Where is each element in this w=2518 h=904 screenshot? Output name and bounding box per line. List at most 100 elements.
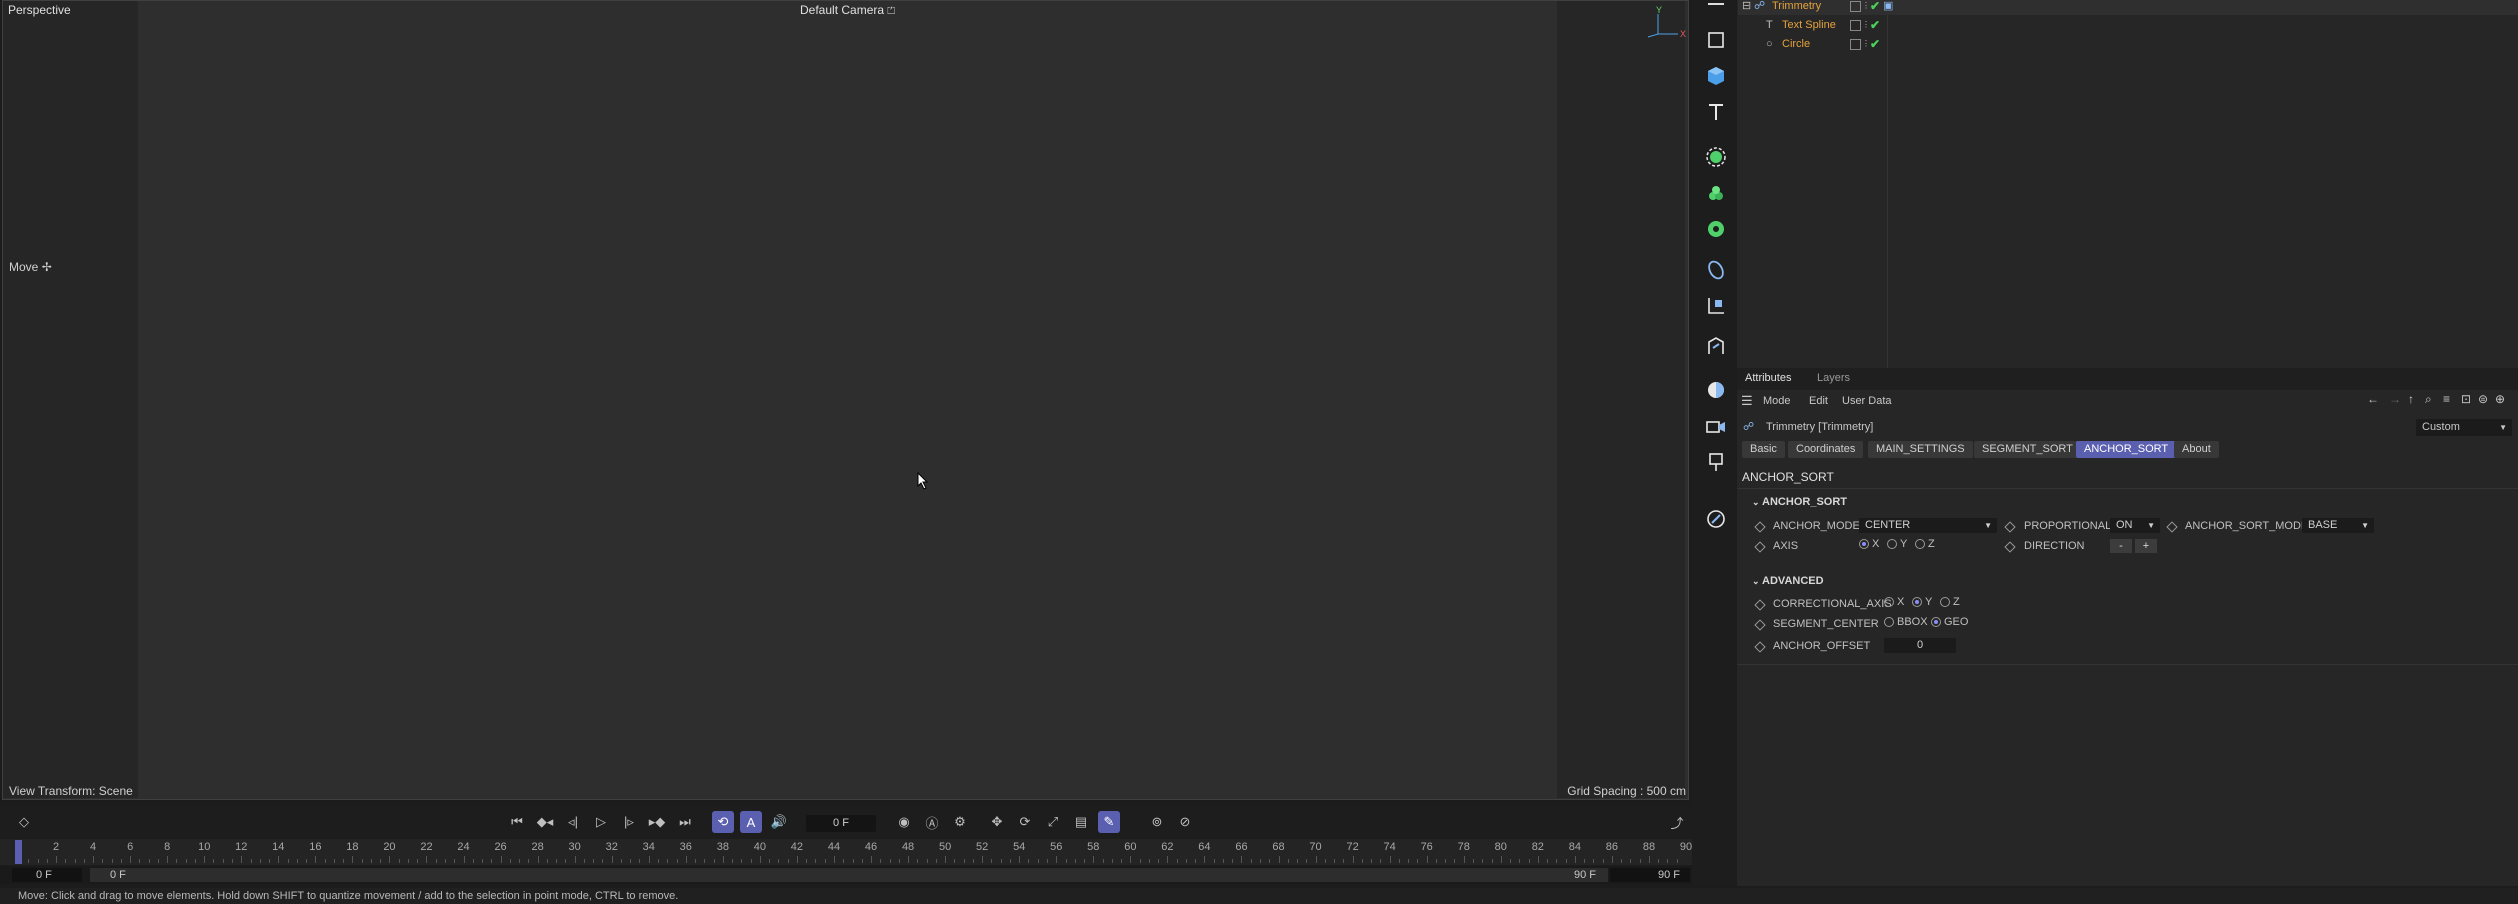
- key-param-button[interactable]: ▤: [1070, 811, 1092, 833]
- cube-outline-icon[interactable]: [1702, 26, 1730, 54]
- up-arrow-icon[interactable]: ↑: [2408, 392, 2414, 406]
- key-pla-button[interactable]: ✎: [1098, 811, 1120, 833]
- next-frame-button[interactable]: |▹: [618, 811, 640, 833]
- camera-label[interactable]: Default Camera ⏍: [800, 3, 895, 17]
- correctional-axis-radio-x[interactable]: [1884, 597, 1894, 607]
- enabled-check-icon[interactable]: ✔: [1870, 0, 1880, 15]
- object-row-trimmetry[interactable]: ⊟ ☍ Trimmetry ⋮ ✔ ▣: [1738, 0, 2518, 15]
- visibility-dots-icon[interactable]: ⋮: [1862, 35, 1870, 53]
- range-end-field[interactable]: 90 F: [1610, 868, 1690, 882]
- playhead[interactable]: [15, 840, 22, 864]
- object-row-circle[interactable]: ○ Circle ⋮ ✔: [1738, 35, 2518, 53]
- search-icon[interactable]: ⌕: [2425, 392, 2432, 407]
- tab-coordinates[interactable]: Coordinates: [1788, 441, 1864, 458]
- camera-object-icon[interactable]: [1702, 412, 1730, 440]
- tab-layers[interactable]: Layers: [1817, 372, 1850, 384]
- tab-about[interactable]: About: [2174, 441, 2219, 458]
- layer-flag-icon[interactable]: [1850, 39, 1861, 50]
- layer-flag-icon[interactable]: [1850, 20, 1861, 31]
- options-icon[interactable]: ⊜: [2478, 392, 2488, 406]
- cube-icon[interactable]: [1702, 62, 1730, 90]
- motion-record-button[interactable]: ⊚: [1146, 811, 1168, 833]
- direction-minus-button[interactable]: -: [2110, 539, 2132, 553]
- anchor-offset-field[interactable]: 0: [1884, 638, 1956, 653]
- correctional-axis-radio-z[interactable]: [1940, 597, 1950, 607]
- lock-icon[interactable]: ⊡: [2461, 392, 2471, 406]
- forward-arrow-icon[interactable]: →: [2389, 392, 2401, 406]
- deformer-gear-icon[interactable]: [1702, 215, 1730, 243]
- previous-frame-button[interactable]: ◃|: [562, 811, 584, 833]
- material-sphere-icon[interactable]: [1702, 376, 1730, 404]
- object-name[interactable]: Text Spline: [1782, 16, 1836, 34]
- next-key-button[interactable]: ▸◆: [646, 811, 668, 833]
- go-to-end-button[interactable]: ⏭: [674, 811, 696, 833]
- menu-mode[interactable]: Mode: [1763, 395, 1791, 407]
- null-object-icon[interactable]: [1702, 292, 1730, 320]
- filter-icon[interactable]: ≡: [2443, 392, 2450, 406]
- menu-edit[interactable]: Edit: [1809, 395, 1828, 407]
- direction-plus-button[interactable]: +: [2135, 539, 2157, 553]
- segment-center-radio-geo[interactable]: [1931, 617, 1941, 627]
- previous-key-button[interactable]: ◆◂: [534, 811, 556, 833]
- enabled-check-icon[interactable]: ✔: [1870, 35, 1880, 53]
- tab-segment-sort[interactable]: SEGMENT_SORT: [1974, 441, 2081, 458]
- back-arrow-icon[interactable]: ←: [2367, 392, 2379, 406]
- axis-radio-y[interactable]: [1887, 539, 1897, 549]
- enabled-check-icon[interactable]: ✔: [1870, 16, 1880, 34]
- key-position-button[interactable]: ✥: [986, 811, 1008, 833]
- autokey-record-button[interactable]: Ⓐ: [921, 811, 943, 833]
- sculpt-tool-icon[interactable]: [1702, 505, 1730, 533]
- palette-top-icon[interactable]: [1702, 0, 1730, 18]
- tab-main-settings[interactable]: MAIN_SETTINGS: [1868, 441, 1973, 458]
- visibility-dots-icon[interactable]: ⋮: [1862, 16, 1870, 34]
- play-button[interactable]: ▷: [590, 811, 612, 833]
- range-slider[interactable]: 0 F 90 F: [90, 868, 1608, 882]
- visibility-dots-icon[interactable]: ⋮: [1862, 0, 1870, 15]
- spline-pen-icon[interactable]: [1702, 256, 1730, 284]
- generator-icon[interactable]: [1702, 143, 1730, 171]
- go-to-start-button[interactable]: ⏮: [506, 811, 528, 833]
- tab-anchor-sort[interactable]: ANCHOR_SORT: [2076, 441, 2177, 458]
- object-row-text-spline[interactable]: T Text Spline ⋮ ✔: [1738, 16, 2518, 34]
- anchor-mode-select[interactable]: CENTER ▼: [1859, 518, 1997, 533]
- object-name[interactable]: Trimmetry: [1772, 0, 1821, 15]
- segment-center-radio-bbox[interactable]: [1884, 617, 1894, 627]
- section-advanced[interactable]: ⌄ ADVANCED: [1752, 575, 1824, 587]
- mograph-icon[interactable]: [1702, 179, 1730, 207]
- range-start-field[interactable]: 0 F: [12, 868, 82, 882]
- timeline-ruler[interactable]: [0, 839, 1692, 865]
- sound-button[interactable]: 🔊: [768, 811, 790, 833]
- new-window-icon[interactable]: ⊕: [2495, 392, 2505, 406]
- motion-settings-button[interactable]: ⊘: [1174, 811, 1196, 833]
- key-scale-button[interactable]: ⤢: [1042, 811, 1064, 833]
- menu-user-data[interactable]: User Data: [1842, 395, 1892, 407]
- light-object-icon[interactable]: [1702, 448, 1730, 476]
- layer-flag-icon[interactable]: [1850, 1, 1861, 12]
- f-curve-toggle-icon[interactable]: ⤴: [1666, 811, 1688, 833]
- axis-radio-x[interactable]: [1859, 539, 1869, 549]
- loop-button[interactable]: ⟲: [712, 811, 734, 833]
- section-anchor-sort[interactable]: ⌄ ANCHOR_SORT: [1752, 496, 1847, 508]
- keyframe-mode-icon[interactable]: ◇: [13, 811, 35, 833]
- text-tool-icon[interactable]: [1702, 98, 1730, 126]
- record-button[interactable]: ◉: [893, 811, 915, 833]
- object-name[interactable]: Circle: [1782, 35, 1810, 53]
- current-frame-field[interactable]: 0 F: [806, 815, 876, 832]
- axis-radio-z[interactable]: [1915, 539, 1925, 549]
- viewport[interactable]: [2, 0, 1689, 800]
- scene-tool-icon[interactable]: [1702, 332, 1730, 360]
- keyframe-settings-button[interactable]: ⚙: [949, 811, 971, 833]
- anchor-sort-mode-select[interactable]: BASE ▼: [2302, 518, 2374, 533]
- viewport-title[interactable]: Perspective: [8, 3, 71, 17]
- tab-basic[interactable]: Basic: [1742, 441, 1785, 458]
- tag-icon[interactable]: ▣: [1883, 0, 1893, 15]
- timeline-tick: [926, 859, 928, 863]
- key-rotation-button[interactable]: ⟳: [1014, 811, 1036, 833]
- preset-select[interactable]: Custom ▼: [2416, 419, 2512, 436]
- tab-attributes[interactable]: Attributes: [1745, 372, 1791, 384]
- collapse-icon[interactable]: ⊟: [1742, 0, 1751, 15]
- hamburger-menu-icon[interactable]: ☰: [1741, 393, 1753, 409]
- proportional-select[interactable]: ON ▼: [2110, 518, 2160, 533]
- auto-key-button[interactable]: A: [740, 811, 762, 833]
- correctional-axis-radio-y[interactable]: [1912, 597, 1922, 607]
